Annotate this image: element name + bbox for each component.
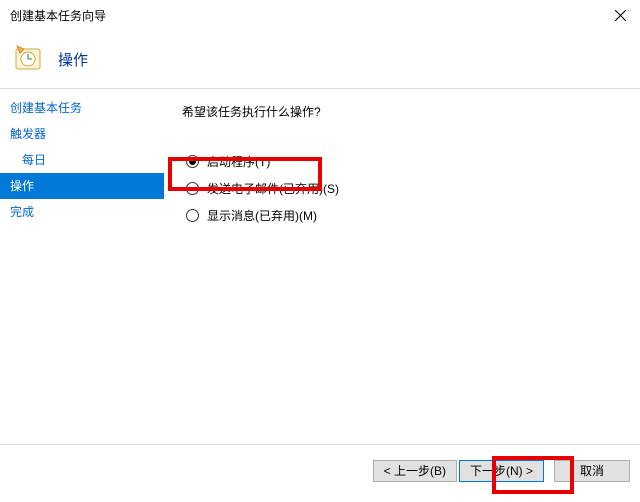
main-panel: 希望该任务执行什么操作? 启动程序(T) 发送电子邮件(已弃用)(S) 显示消息(已… [164, 89, 640, 439]
action-option-0[interactable]: 启动程序(T) [182, 148, 620, 175]
sidebar-item-4[interactable]: 完成 [0, 199, 164, 225]
wizard-body: 创建基本任务触发器每日操作完成 希望该任务执行什么操作? 启动程序(T) 发送电子… [0, 89, 640, 439]
close-button[interactable] [600, 0, 640, 30]
sidebar: 创建基本任务触发器每日操作完成 [0, 89, 164, 439]
next-button[interactable]: 下一步(N) > [459, 460, 544, 482]
sidebar-item-0[interactable]: 创建基本任务 [0, 95, 164, 121]
sidebar-item-1[interactable]: 触发器 [0, 121, 164, 147]
action-option-label: 显示消息(已弃用)(M) [207, 207, 317, 224]
radio-icon [186, 209, 199, 222]
window-title: 创建基本任务向导 [10, 7, 106, 24]
back-button[interactable]: < 上一步(B) [373, 460, 457, 482]
cancel-button[interactable]: 取消 [554, 460, 630, 482]
wizard-icon [14, 43, 46, 75]
wizard-footer: < 上一步(B) 下一步(N) > 取消 [0, 444, 640, 496]
sidebar-item-3[interactable]: 操作 [0, 173, 164, 199]
action-radio-group: 启动程序(T) 发送电子邮件(已弃用)(S) 显示消息(已弃用)(M) [182, 148, 620, 229]
action-prompt: 希望该任务执行什么操作? [182, 103, 620, 120]
page-title: 操作 [58, 49, 88, 70]
titlebar: 创建基本任务向导 [0, 0, 640, 30]
radio-icon [186, 155, 199, 168]
radio-icon [186, 182, 199, 195]
action-option-1[interactable]: 发送电子邮件(已弃用)(S) [182, 175, 620, 202]
action-option-label: 启动程序(T) [207, 153, 270, 170]
action-option-2[interactable]: 显示消息(已弃用)(M) [182, 202, 620, 229]
sidebar-item-2[interactable]: 每日 [0, 147, 164, 173]
close-icon [615, 10, 626, 21]
wizard-header: 操作 [0, 30, 640, 88]
action-option-label: 发送电子邮件(已弃用)(S) [207, 180, 339, 197]
